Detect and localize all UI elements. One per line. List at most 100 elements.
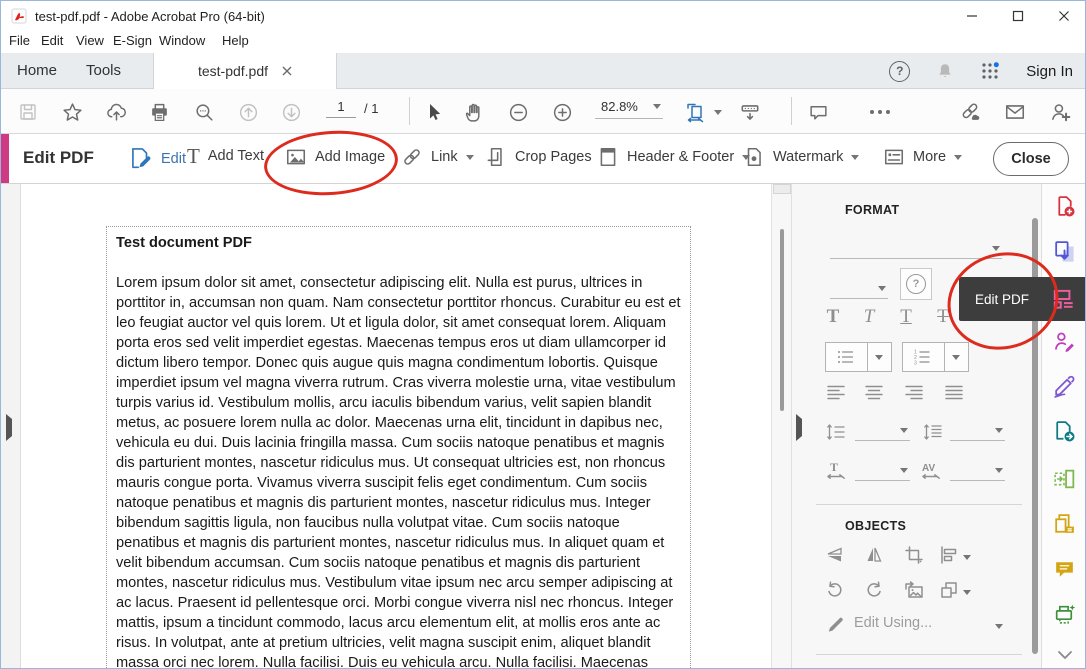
edit-using-label[interactable]: Edit Using... bbox=[854, 615, 932, 631]
request-signatures-icon[interactable] bbox=[1052, 329, 1077, 354]
character-spacing-input[interactable] bbox=[950, 456, 1005, 481]
scan-ocr-icon[interactable] bbox=[1052, 602, 1077, 627]
link-button[interactable]: Link bbox=[401, 146, 474, 168]
maximize-button[interactable] bbox=[995, 1, 1041, 31]
replace-image-icon[interactable] bbox=[901, 578, 927, 602]
add-text-button[interactable]: T Add Text bbox=[187, 146, 264, 166]
edit-tool-button[interactable]: Edit bbox=[127, 146, 186, 172]
more-tools-ellipsis-icon[interactable] bbox=[869, 101, 891, 123]
menu-file[interactable]: File bbox=[9, 33, 30, 48]
paragraph-spacing-input[interactable] bbox=[950, 416, 1005, 441]
sign-in-button[interactable]: Sign In bbox=[1026, 63, 1073, 80]
bullet-list-icon[interactable] bbox=[826, 343, 867, 371]
zoom-level-select[interactable]: 82.8% bbox=[595, 99, 663, 119]
bullet-list-caret-icon[interactable] bbox=[867, 343, 891, 371]
send-for-review-icon[interactable] bbox=[1052, 419, 1077, 444]
app-grid-icon[interactable] bbox=[980, 61, 1000, 81]
fill-sign-icon[interactable] bbox=[1052, 374, 1077, 399]
bold-button[interactable]: T bbox=[820, 306, 846, 328]
fit-width-icon[interactable] bbox=[685, 101, 707, 123]
arrange-objects-icon[interactable] bbox=[936, 578, 962, 602]
organize-pages-icon[interactable] bbox=[1052, 467, 1077, 492]
tab-document[interactable]: test-pdf.pdf bbox=[153, 53, 337, 89]
numbered-list-control[interactable]: 123 bbox=[902, 342, 969, 372]
menu-view[interactable]: View bbox=[76, 33, 104, 48]
edit-pdf-rail-icon[interactable] bbox=[1051, 286, 1077, 312]
save-icon[interactable] bbox=[17, 101, 39, 123]
tab-close-icon[interactable] bbox=[282, 66, 292, 76]
rotate-ccw-icon[interactable] bbox=[822, 578, 848, 602]
flip-horizontal-icon[interactable] bbox=[861, 543, 887, 567]
nav-pane-expand-icon[interactable] bbox=[6, 419, 12, 437]
font-family-select[interactable] bbox=[830, 232, 1002, 259]
tools-rail bbox=[1041, 184, 1086, 669]
header-footer-button[interactable]: Header & Footer bbox=[597, 146, 750, 168]
close-edit-pdf-button[interactable]: Close bbox=[993, 142, 1069, 176]
share-cloud-upload-icon[interactable] bbox=[105, 101, 127, 123]
fit-width-caret-icon[interactable] bbox=[713, 101, 723, 123]
underline-button[interactable]: T bbox=[893, 306, 919, 328]
edit-using-caret-icon[interactable] bbox=[992, 614, 1006, 638]
minimize-button[interactable] bbox=[949, 1, 995, 31]
align-left-icon[interactable] bbox=[823, 380, 849, 404]
bullet-list-control[interactable] bbox=[825, 342, 892, 372]
email-icon[interactable] bbox=[1004, 101, 1026, 123]
flip-vertical-icon[interactable] bbox=[822, 543, 848, 567]
create-pdf-icon[interactable] bbox=[1052, 194, 1077, 219]
tab-tools[interactable]: Tools bbox=[86, 62, 121, 79]
page-number-input[interactable]: 1 bbox=[326, 99, 356, 118]
help-icon[interactable]: ? bbox=[889, 61, 910, 82]
format-help-button[interactable]: ? bbox=[900, 268, 932, 300]
horizontal-scale-input[interactable] bbox=[855, 456, 910, 481]
menu-window[interactable]: Window bbox=[159, 33, 205, 48]
align-right-icon[interactable] bbox=[901, 380, 927, 404]
notifications-bell-icon[interactable] bbox=[936, 62, 954, 80]
align-center-icon[interactable] bbox=[861, 380, 887, 404]
watermark-button[interactable]: Watermark bbox=[743, 146, 859, 168]
combine-files-icon[interactable] bbox=[1052, 512, 1077, 537]
select-tool-icon[interactable] bbox=[423, 101, 445, 123]
star-favorite-icon[interactable] bbox=[61, 101, 83, 123]
rail-chevron-down-icon[interactable] bbox=[1052, 642, 1077, 667]
crop-pages-button[interactable]: Crop Pages bbox=[485, 146, 592, 168]
numbered-list-caret-icon[interactable] bbox=[944, 343, 968, 371]
document-scrollbar[interactable] bbox=[771, 184, 791, 669]
close-window-button[interactable] bbox=[1041, 1, 1086, 31]
add-image-button[interactable]: Add Image bbox=[285, 146, 385, 168]
share-link-icon[interactable] bbox=[959, 101, 981, 123]
font-size-select[interactable] bbox=[830, 274, 888, 299]
scrollbar-thumb[interactable] bbox=[780, 229, 784, 411]
text-edit-frame[interactable]: Test document PDF Lorem ipsum dolor sit … bbox=[106, 226, 691, 669]
menu-help[interactable]: Help bbox=[222, 33, 249, 48]
zoom-out-icon[interactable] bbox=[507, 101, 529, 123]
rotate-cw-icon[interactable] bbox=[861, 578, 887, 602]
comment-tool-icon[interactable] bbox=[1052, 557, 1077, 582]
menu-edit[interactable]: Edit bbox=[41, 33, 63, 48]
print-icon[interactable] bbox=[148, 101, 170, 123]
previous-page-icon[interactable] bbox=[237, 101, 259, 123]
more-button[interactable]: More bbox=[883, 146, 962, 168]
search-icon[interactable] bbox=[193, 101, 215, 123]
italic-button[interactable]: T bbox=[856, 306, 882, 328]
export-pdf-icon[interactable] bbox=[1052, 239, 1077, 264]
align-justify-icon[interactable] bbox=[941, 380, 967, 404]
tab-home[interactable]: Home bbox=[17, 62, 57, 79]
crop-object-icon[interactable] bbox=[901, 543, 927, 567]
format-help-icon: ? bbox=[906, 274, 926, 294]
page-display-icon[interactable] bbox=[739, 101, 761, 123]
zoom-in-icon[interactable] bbox=[551, 101, 573, 123]
numbered-list-icon[interactable]: 123 bbox=[903, 343, 944, 371]
strikethrough-button[interactable]: T bbox=[930, 306, 956, 328]
panel-collapse-icon[interactable] bbox=[796, 419, 802, 437]
document-canvas[interactable]: Test document PDF Lorem ipsum dolor sit … bbox=[21, 184, 771, 669]
caret-down-icon bbox=[995, 468, 1003, 473]
next-page-icon[interactable] bbox=[280, 101, 302, 123]
arrange-objects-caret-icon[interactable] bbox=[960, 580, 974, 604]
hand-tool-icon[interactable] bbox=[463, 101, 485, 123]
line-spacing-input[interactable] bbox=[855, 416, 910, 441]
profile-add-user-icon[interactable] bbox=[1049, 101, 1071, 123]
align-objects-icon[interactable] bbox=[936, 543, 962, 567]
align-objects-caret-icon[interactable] bbox=[960, 545, 974, 569]
comment-icon[interactable] bbox=[807, 101, 829, 123]
menu-esign[interactable]: E-Sign bbox=[113, 33, 152, 48]
